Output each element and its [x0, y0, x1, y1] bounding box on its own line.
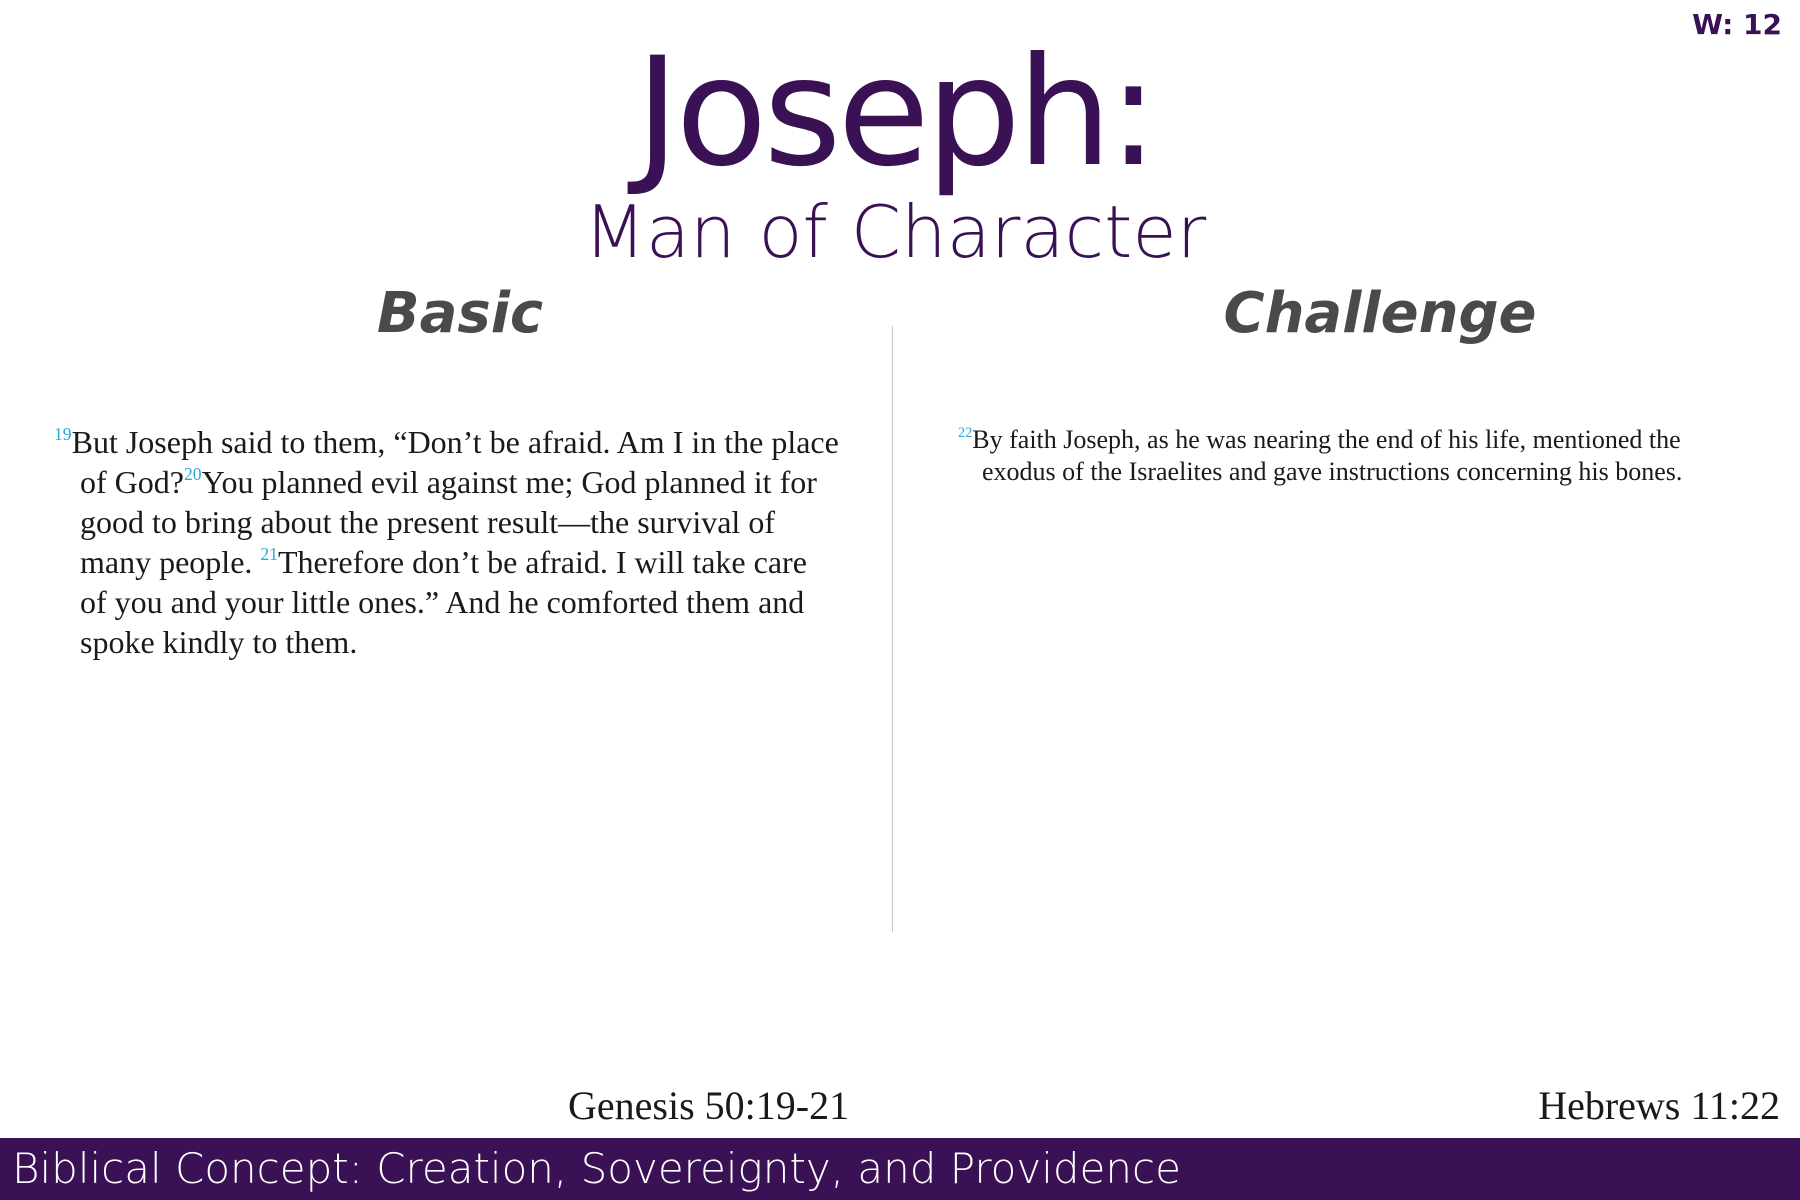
basic-heading: Basic: [376, 281, 544, 346]
footer-concept-text: Biblical Concept: Creation, Sovereignty,…: [12, 1144, 1181, 1193]
challenge-heading: Challenge: [1223, 281, 1537, 346]
verse-number: 22: [958, 425, 973, 442]
verse-number: 20: [183, 463, 202, 484]
basic-passage: 19But Joseph said to them, “Don’t be afr…: [54, 422, 840, 662]
verse-number: 21: [260, 543, 278, 564]
basic-reference: Genesis 50:19-21: [568, 1083, 850, 1128]
verse-number: 19: [54, 423, 72, 444]
challenge-passage: 22By faith Joseph, as he was nearing the…: [958, 424, 1742, 488]
verse-text: By faith Joseph, as he was nearing the e…: [972, 425, 1683, 486]
footer-bar: Biblical Concept: Creation, Sovereignty,…: [0, 1138, 1800, 1200]
challenge-reference: Hebrews 11:22: [1538, 1083, 1780, 1128]
column-divider: [892, 326, 893, 932]
page-title: Joseph:: [635, 26, 1158, 200]
page-subtitle: Man of Character: [583, 190, 1207, 274]
